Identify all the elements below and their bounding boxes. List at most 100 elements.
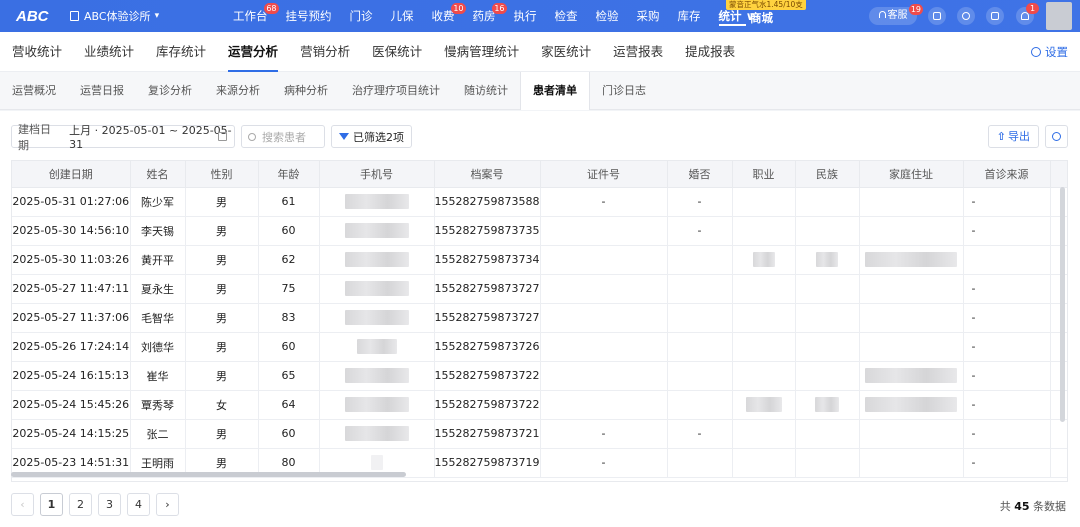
- settings-button[interactable]: 设置: [1031, 32, 1068, 72]
- tab-7[interactable]: 家医统计: [530, 32, 602, 72]
- horizontal-scrollbar[interactable]: [11, 472, 406, 477]
- filter-button[interactable]: 已筛选2项: [331, 125, 412, 148]
- nav-item[interactable]: 药房 16: [464, 0, 507, 32]
- extra-cell: [1050, 245, 1067, 275]
- shirt-icon[interactable]: [986, 7, 1004, 25]
- subtab-0[interactable]: 运营概况: [0, 72, 68, 109]
- tab-5[interactable]: 医保统计: [361, 32, 433, 72]
- nav-item[interactable]: 库存: [669, 0, 710, 32]
- subtab-1[interactable]: 运营日报: [68, 72, 136, 109]
- page-2-button[interactable]: 2: [69, 493, 92, 516]
- table-row[interactable]: 2025-05-24 16:15:13 崔华男 65 1552827598737225…: [12, 361, 1067, 391]
- nav-item[interactable]: 收费 10: [423, 0, 466, 32]
- column-settings-button[interactable]: [1045, 125, 1068, 148]
- column-header[interactable]: 家庭住址: [859, 161, 964, 188]
- phone-cell: [319, 187, 435, 217]
- address-cell: [859, 448, 964, 478]
- export-button[interactable]: ⇧ 导出: [987, 125, 1039, 148]
- column-header[interactable]: 手机号: [319, 161, 435, 188]
- tab-0[interactable]: 营收统计: [0, 32, 73, 72]
- masked-value: [816, 252, 838, 267]
- tab-4[interactable]: 营销分析: [289, 32, 361, 72]
- table-row[interactable]: 2025-05-24 15:45:26 覃秀琴女 64 155282759873722…: [12, 390, 1067, 420]
- subtab-3[interactable]: 来源分析: [204, 72, 272, 109]
- nav-item[interactable]: 执行: [505, 0, 546, 32]
- table-row[interactable]: 2025-05-27 11:37:06 毛智华男 83 155282759873727…: [12, 303, 1067, 333]
- search-placeholder: 搜索患者: [262, 130, 306, 144]
- subtab-4[interactable]: 病种分析: [272, 72, 340, 109]
- occupation-cell: [732, 361, 796, 391]
- nav-item-label: 检验: [595, 9, 619, 23]
- column-header[interactable]: 档案号: [434, 161, 541, 188]
- column-header[interactable]: 年龄: [258, 161, 320, 188]
- age-cell: 62: [258, 245, 320, 275]
- id-card-cell: -: [540, 187, 668, 217]
- page-3-button[interactable]: 3: [98, 493, 121, 516]
- tab-1[interactable]: 业绩统计: [73, 32, 145, 72]
- column-header[interactable]: 民族: [795, 161, 860, 188]
- masked-value: [752, 252, 775, 267]
- nav-item[interactable]: 检查: [546, 0, 587, 32]
- column-header[interactable]: 首诊来源: [963, 161, 1051, 188]
- total-count: 共 45 条数据: [1000, 498, 1066, 514]
- marital-cell: [667, 303, 733, 333]
- nav-item[interactable]: 儿保: [382, 0, 423, 32]
- extra-cell: [1050, 419, 1067, 449]
- page-1-button[interactable]: 1: [40, 493, 63, 516]
- subtab-6[interactable]: 随访统计: [452, 72, 520, 109]
- masked-value: [344, 368, 409, 383]
- table-row[interactable]: 2025-05-31 01:27:06 陈少军男 61 155282759873588…: [12, 187, 1067, 217]
- bell-icon[interactable]: 1: [1016, 3, 1039, 25]
- column-header[interactable]: 职业: [732, 161, 796, 188]
- nav-item[interactable]: 门诊: [341, 0, 382, 32]
- nav-item[interactable]: 工作台 68: [224, 0, 279, 32]
- ethnicity-cell: [795, 216, 860, 246]
- subtab-8[interactable]: 门诊日志: [590, 72, 658, 109]
- page-4-button[interactable]: 4: [127, 493, 150, 516]
- age-cell: 60: [258, 216, 320, 246]
- nav-item[interactable]: 采购: [628, 0, 669, 32]
- avatar[interactable]: [1046, 2, 1072, 30]
- table-row[interactable]: 2025-05-27 11:47:11 夏永生男 75 155282759873727…: [12, 274, 1067, 304]
- table-row[interactable]: 2025-05-24 14:15:25 张二男 60 1552827598737216…: [12, 419, 1067, 449]
- fullscreen-icon[interactable]: [928, 7, 946, 25]
- prev-page-button[interactable]: ‹: [11, 493, 34, 516]
- next-page-button[interactable]: ›: [156, 493, 179, 516]
- column-header[interactable]: 证件号: [540, 161, 668, 188]
- nav-item-label: 工作台: [233, 9, 268, 23]
- date-range-value: 上月 · 2025-05-01 ~ 2025-05-31: [69, 124, 232, 151]
- mall-entry[interactable]: 蒙音正气水1.45/10支 商城: [726, 0, 806, 32]
- age-cell: 75: [258, 274, 320, 304]
- phone-cell: [319, 245, 435, 275]
- customer-service-button[interactable]: 客服 19: [869, 4, 923, 25]
- column-header[interactable]: 创建日期: [12, 161, 131, 188]
- nav-item[interactable]: 检验: [587, 0, 628, 32]
- subtab-5[interactable]: 治疗理疗项目统计: [340, 72, 452, 109]
- subtab-2[interactable]: 复诊分析: [136, 72, 204, 109]
- table-row[interactable]: 2025-05-30 11:03:26 黄开平男 62 155282759873734…: [12, 245, 1067, 275]
- nav-item[interactable]: 挂号预约: [277, 0, 341, 32]
- first-visit-source-cell: -: [963, 274, 1051, 304]
- clinic-switcher[interactable]: ABC体验诊所 ▾: [70, 8, 159, 24]
- tab-3[interactable]: 运营分析: [217, 32, 289, 72]
- tab-2[interactable]: 库存统计: [145, 32, 217, 72]
- main-nav: 工作台 68 挂号预约 门诊 儿保 收费 10 药房 16 执行 检查 检验 采购 库存 统计 ∨: [224, 0, 764, 32]
- date-range-picker[interactable]: 建档日期 上月 · 2025-05-01 ~ 2025-05-31: [11, 123, 235, 152]
- gear-icon: [1031, 47, 1041, 57]
- tab-8[interactable]: 运营报表: [602, 32, 674, 72]
- column-header[interactable]: 姓名: [130, 161, 186, 188]
- address-cell: [859, 303, 964, 333]
- gear-icon: [1052, 132, 1061, 141]
- subtab-7[interactable]: 患者清单: [520, 72, 590, 110]
- column-header[interactable]: 到: [1050, 161, 1067, 188]
- marital-cell: [667, 332, 733, 362]
- table-row[interactable]: 2025-05-30 14:56:10 李天锡男 60 155282759873735…: [12, 216, 1067, 246]
- column-header[interactable]: 婚否: [667, 161, 733, 188]
- tab-6[interactable]: 慢病管理统计: [433, 32, 530, 72]
- link-icon[interactable]: [957, 7, 975, 25]
- tab-9[interactable]: 提成报表: [674, 32, 746, 72]
- vertical-scrollbar[interactable]: [1060, 187, 1065, 422]
- patient-search-input[interactable]: 搜索患者: [241, 125, 325, 148]
- column-header[interactable]: 性别: [185, 161, 259, 188]
- table-row[interactable]: 2025-05-26 17:24:14 刘德华男 60 155282759873726…: [12, 332, 1067, 362]
